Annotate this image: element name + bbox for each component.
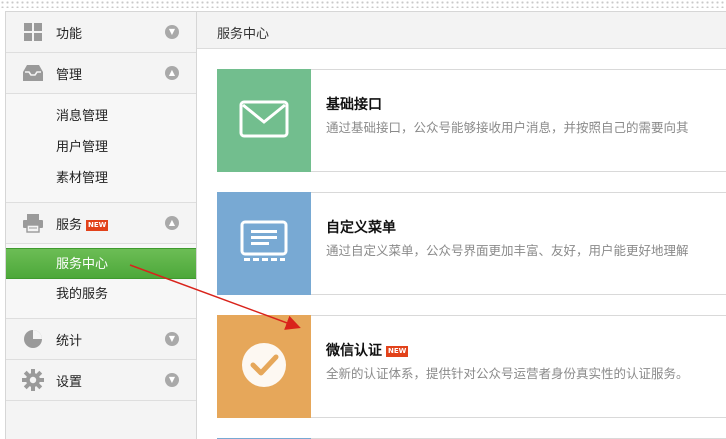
- card-tile: [217, 315, 311, 418]
- printer-icon: [22, 212, 44, 234]
- nav-group-label-text: 服务: [56, 217, 83, 233]
- gear-icon: [22, 369, 44, 391]
- chevron-up-icon[interactable]: ▲: [165, 66, 179, 80]
- top-dotted-edge: [0, 0, 726, 8]
- chevron-down-icon[interactable]: ▼: [165, 373, 179, 387]
- service-card-custom-menu[interactable]: 自定义菜单 通过自定义菜单，公众号界面更加丰富、友好，用户能更好地理解: [217, 192, 726, 295]
- envelope-icon: [239, 100, 289, 142]
- nav-group-manage[interactable]: 管理 ▲: [6, 53, 196, 94]
- card-title: 基础接口: [326, 97, 382, 113]
- card-title: 自定义菜单: [326, 220, 396, 236]
- service-card-basic-api[interactable]: 基础接口 通过基础接口，公众号能够接收用户消息，并按照自己的需要向其: [217, 69, 726, 172]
- card-description: 通过基础接口，公众号能够接收用户消息，并按照自己的需要向其: [326, 120, 689, 135]
- new-badge: NEW: [386, 346, 409, 357]
- sidebar-item-messages[interactable]: 消息管理: [6, 101, 196, 132]
- service-list: 基础接口 通过基础接口，公众号能够接收用户消息，并按照自己的需要向其 自定义菜单…: [197, 49, 726, 439]
- card-title-text: 微信认证: [326, 343, 382, 359]
- nav-group-label: 设置: [56, 374, 83, 390]
- sidebar-item-service-center[interactable]: 服务中心: [6, 248, 196, 279]
- chevron-down-icon[interactable]: ▼: [165, 25, 179, 39]
- page-title: 服务中心: [217, 27, 270, 42]
- card-description: 通过自定义菜单，公众号界面更加丰富、友好，用户能更好地理解: [326, 243, 689, 258]
- sidebar-item-users[interactable]: 用户管理: [6, 132, 196, 163]
- card-tile: [217, 69, 311, 172]
- page-header: 服务中心: [197, 11, 726, 49]
- nav-group-services[interactable]: 服务 NEW ▲: [6, 203, 196, 244]
- nav-group-features[interactable]: 功能 ▼: [6, 12, 196, 53]
- sidebar: 功能 ▼ 管理 ▲ 消息管理 用户管理 素材管理 服务 NEW ▲ 服务中心 我…: [5, 11, 197, 439]
- nav-group-label: 功能: [56, 26, 83, 42]
- nav-group-label: 统计: [56, 333, 83, 349]
- service-card-wechat-verification[interactable]: 微信认证 NEW 全新的认证体系，提供针对公众号运营者身份真实性的认证服务。: [217, 315, 726, 418]
- chevron-down-icon[interactable]: ▼: [165, 332, 179, 346]
- grid-icon: [22, 21, 44, 43]
- sidebar-item-my-services[interactable]: 我的服务: [6, 279, 196, 310]
- inbox-icon: [22, 62, 44, 84]
- card-tile: [217, 192, 311, 295]
- services-submenu: 服务中心 我的服务: [6, 244, 196, 319]
- nav-group-settings[interactable]: 设置 ▼: [6, 360, 196, 401]
- new-badge: NEW: [86, 219, 109, 231]
- nav-group-label: 服务 NEW: [56, 214, 109, 233]
- checkmark-icon: [239, 340, 289, 394]
- manage-submenu: 消息管理 用户管理 素材管理: [6, 94, 196, 203]
- nav-group-stats[interactable]: 统计 ▼: [6, 319, 196, 360]
- nav-group-label: 管理: [56, 67, 83, 83]
- card-title: 微信认证 NEW: [326, 340, 409, 360]
- sidebar-item-materials[interactable]: 素材管理: [6, 163, 196, 194]
- monitor-icon: [240, 220, 288, 268]
- pie-chart-icon: [22, 328, 44, 350]
- card-description: 全新的认证体系，提供针对公众号运营者身份真实性的认证服务。: [326, 366, 689, 381]
- chevron-up-icon[interactable]: ▲: [165, 216, 179, 230]
